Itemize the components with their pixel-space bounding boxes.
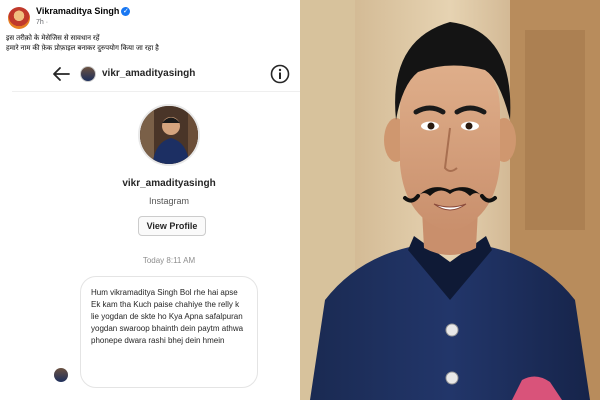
profile-username: vikr_amadityasingh — [122, 178, 216, 189]
screenshot-composite: Vikramaditya Singh ✓ 7h · इस तरीक़ो के मे… — [0, 0, 300, 400]
facebook-post-text: इस तरीक़ो के मेसेजिस से सावधान रहें हमार… — [6, 34, 296, 54]
instagram-topbar: vikr_amadityasingh — [12, 58, 300, 92]
profile-avatar[interactable] — [138, 104, 200, 166]
sender-avatar[interactable] — [54, 368, 68, 382]
topbar-avatar[interactable] — [80, 66, 96, 82]
post-text-line-2: हमारे नाम की फ़ेक प्रोफ़ाइल बनाकर दुरुपय… — [6, 45, 159, 52]
facebook-post-header: Vikramaditya Singh ✓ 7h · — [4, 4, 296, 34]
instagram-dm-screenshot: vikr_amadityasingh vikr_amadityasingh In… — [12, 58, 300, 400]
facebook-author-name[interactable]: Vikramaditya Singh ✓ — [36, 6, 131, 17]
portrait-illustration — [300, 0, 600, 400]
profile-photo — [140, 106, 198, 164]
back-arrow-icon[interactable] — [52, 66, 70, 82]
topbar-username[interactable]: vikr_amadityasingh — [102, 68, 195, 79]
post-text-line-1: इस तरीक़ो के मेसेजिस से सावधान रहें — [6, 35, 100, 42]
message-timestamp: Today 8:11 AM — [142, 256, 196, 265]
portrait-photo — [300, 0, 600, 400]
author-name-text[interactable]: Vikramaditya Singh — [36, 6, 119, 16]
profile-platform-label: Instagram — [148, 196, 190, 206]
view-profile-button[interactable]: View Profile — [138, 216, 206, 236]
facebook-post-time[interactable]: 7h · — [36, 19, 48, 26]
info-icon[interactable] — [270, 64, 290, 84]
facebook-author-avatar[interactable] — [8, 7, 30, 29]
message-bubble[interactable]: Hum vikramaditya Singh Bol rhe hai apse … — [80, 276, 258, 388]
verified-badge-icon: ✓ — [121, 7, 131, 17]
